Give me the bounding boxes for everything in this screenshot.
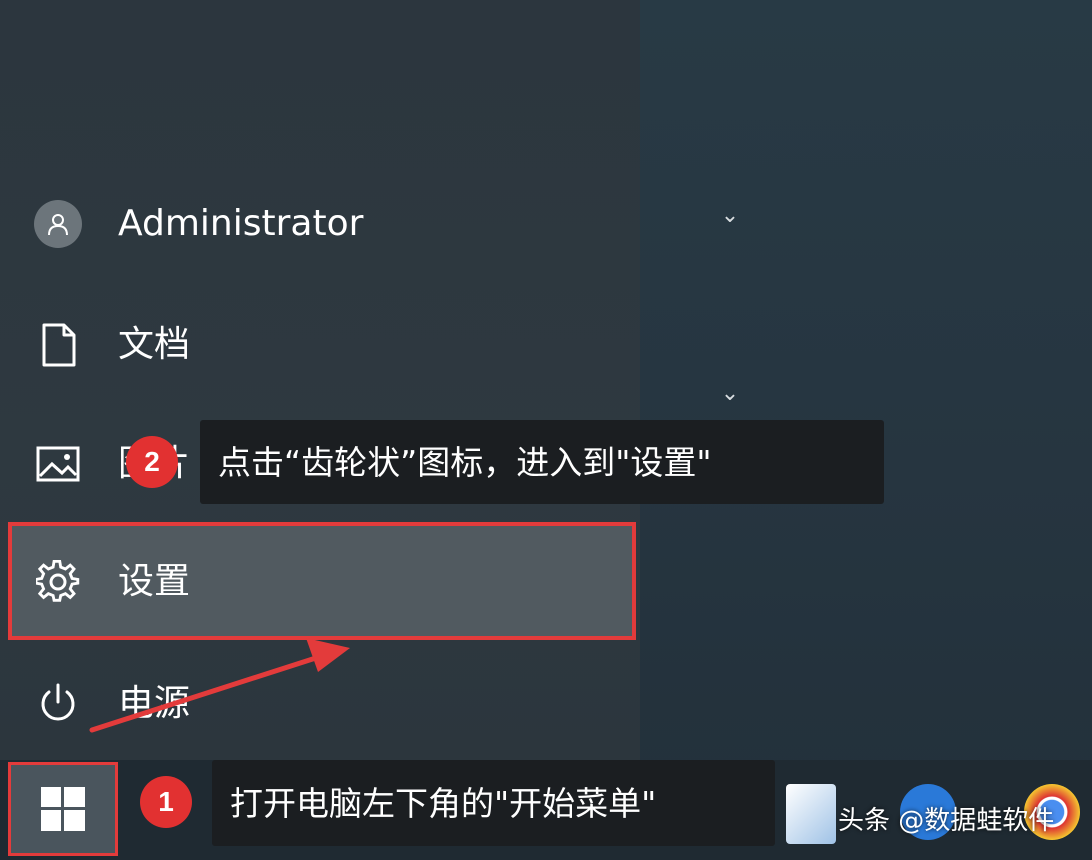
callout-step-1: 打开电脑左下角的"开始菜单" xyxy=(212,760,775,846)
menu-item-power[interactable]: 电源 xyxy=(0,654,640,754)
user-name: Administrator xyxy=(118,203,364,244)
user-icon xyxy=(34,200,82,248)
chevron-down-icon[interactable]: ⌄ xyxy=(716,205,744,227)
document-icon xyxy=(34,321,82,369)
callout-step-2-text: 点击“齿轮状”图标，进入到"设置" xyxy=(218,442,712,482)
callout-step-1-text: 打开电脑左下角的"开始菜单" xyxy=(230,783,657,823)
gear-icon xyxy=(34,558,82,606)
power-icon xyxy=(34,680,82,728)
menu-item-user[interactable]: Administrator xyxy=(0,174,640,274)
start-button[interactable] xyxy=(8,762,118,856)
notepad-icon[interactable] xyxy=(786,784,836,844)
settings-label: 设置 xyxy=(118,561,191,602)
menu-item-documents[interactable]: 文档 xyxy=(0,295,640,395)
documents-label: 文档 xyxy=(118,324,191,365)
step-1-badge: 1 xyxy=(140,776,192,828)
power-label: 电源 xyxy=(118,683,191,724)
chevron-down-icon[interactable]: ⌄ xyxy=(716,383,744,405)
picture-icon xyxy=(34,440,82,488)
windows-logo-icon xyxy=(41,787,85,831)
menu-item-settings[interactable]: 设置 xyxy=(0,532,640,632)
watermark: 头条 @数据蛙软件 xyxy=(838,806,1055,836)
step-2-badge: 2 xyxy=(126,436,178,488)
callout-step-2: 点击“齿轮状”图标，进入到"设置" xyxy=(200,420,884,504)
